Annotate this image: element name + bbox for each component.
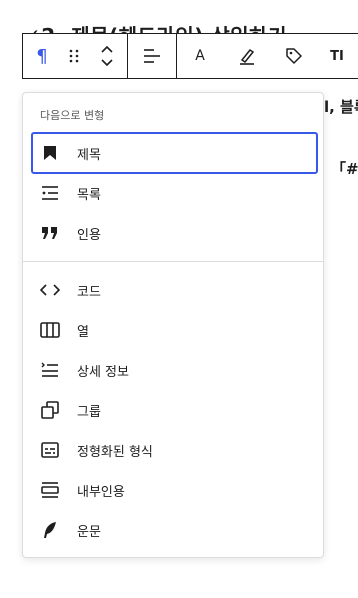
tag-icon <box>286 48 302 64</box>
paragraph-icon: ¶ <box>36 45 48 67</box>
block-type-group: ¶ <box>23 34 127 78</box>
group-icon <box>39 399 61 421</box>
editor-page: ✓2. 제목(헤드라인) 삽입하기 l, 블록 「#」 ¶ <box>0 0 358 598</box>
menu-item-group[interactable]: 그룹 <box>31 390 318 430</box>
tag-button[interactable] <box>271 34 317 78</box>
menu-item-label: 정형화된 형식 <box>77 444 153 460</box>
align-group <box>128 34 176 78</box>
quote-icon <box>39 222 61 244</box>
verse-icon <box>39 519 61 541</box>
block-toolbar: ¶ A TI <box>22 33 358 79</box>
format-group: A TI <box>177 34 357 78</box>
font-button[interactable]: A <box>177 34 223 78</box>
move-up-down-icon <box>101 45 113 67</box>
columns-icon <box>39 319 61 341</box>
menu-item-code[interactable]: 코드 <box>31 270 318 310</box>
pullquote-icon <box>39 479 61 501</box>
transform-menu: 다음으로 변형 제목 목록 인용 코드 열 상세 정보 그룹 정형화된 형식 내… <box>22 92 324 558</box>
menu-item-list[interactable]: 목록 <box>31 173 318 213</box>
list-icon <box>39 182 61 204</box>
menu-item-label: 인용 <box>77 227 101 243</box>
menu-item-label: 운문 <box>77 524 101 540</box>
code-icon <box>39 279 61 301</box>
move-up-down-button[interactable] <box>87 34 127 78</box>
drag-handle-icon <box>69 49 79 63</box>
background-text-fragment: l, 블록 <box>324 98 358 116</box>
text-size-icon: TI <box>330 48 344 64</box>
menu-separator <box>23 261 323 262</box>
menu-item-columns[interactable]: 열 <box>31 310 318 350</box>
menu-item-label: 상세 정보 <box>77 364 129 380</box>
menu-item-label: 목록 <box>77 187 101 203</box>
details-icon <box>39 359 61 381</box>
menu-item-details[interactable]: 상세 정보 <box>31 350 318 390</box>
menu-item-quote[interactable]: 인용 <box>31 213 318 253</box>
font-icon: A <box>195 48 205 64</box>
paragraph-button[interactable]: ¶ <box>23 34 61 78</box>
align-button[interactable] <box>128 34 176 78</box>
drag-handle-button[interactable] <box>61 34 87 78</box>
menu-item-label: 제목 <box>77 147 101 163</box>
text-size-button[interactable]: TI <box>317 34 357 78</box>
preformatted-icon <box>39 439 61 461</box>
menu-item-label: 그룹 <box>77 404 101 420</box>
menu-item-pullquote[interactable]: 내부인용 <box>31 470 318 510</box>
menu-item-verse[interactable]: 운문 <box>31 510 318 550</box>
align-left-icon <box>144 49 160 63</box>
menu-item-label: 코드 <box>77 284 101 300</box>
background-text-fragment-2: 「#」 <box>331 160 358 178</box>
menu-item-preformatted[interactable]: 정형화된 형식 <box>31 430 318 470</box>
menu-item-heading[interactable]: 제목 <box>31 132 318 174</box>
highlighter-icon <box>240 48 255 65</box>
highlight-button[interactable] <box>223 34 271 78</box>
menu-item-label: 열 <box>77 324 89 340</box>
bookmark-icon <box>39 142 61 164</box>
menu-item-label: 내부인용 <box>77 484 125 500</box>
menu-heading: 다음으로 변형 <box>40 109 105 122</box>
